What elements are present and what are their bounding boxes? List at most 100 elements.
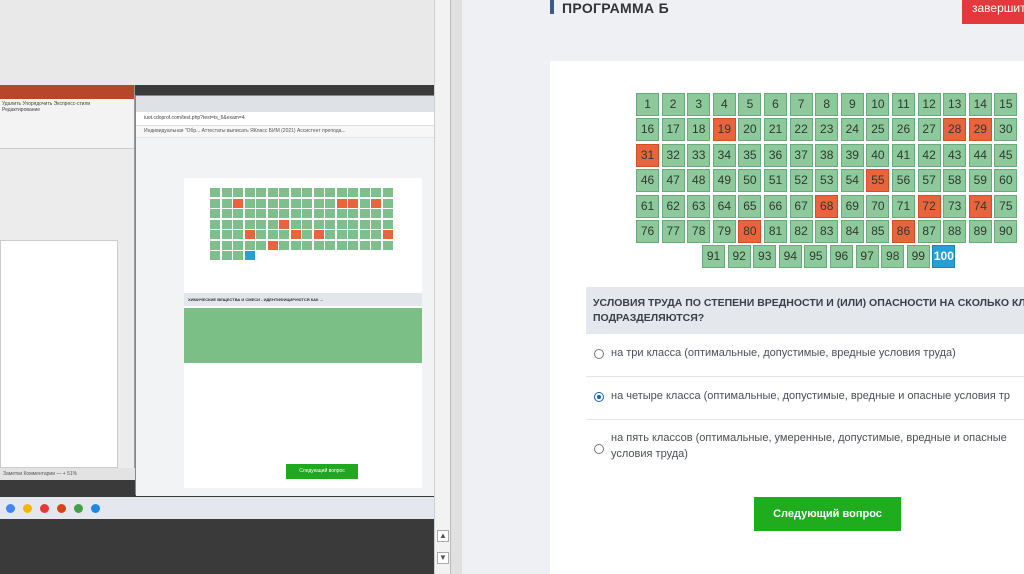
question-number-36[interactable]: 36 bbox=[763, 143, 788, 167]
question-number-87[interactable]: 87 bbox=[917, 219, 941, 243]
question-number-95[interactable]: 95 bbox=[804, 245, 828, 269]
question-number-84[interactable]: 84 bbox=[840, 219, 864, 243]
question-number-62[interactable]: 62 bbox=[661, 194, 685, 218]
question-number-85[interactable]: 85 bbox=[866, 219, 890, 243]
question-number-24[interactable]: 24 bbox=[840, 118, 864, 142]
question-number-17[interactable]: 17 bbox=[661, 118, 685, 142]
yandex-icon[interactable] bbox=[40, 503, 49, 513]
question-number-34[interactable]: 34 bbox=[712, 143, 736, 167]
mini-selected-option[interactable] bbox=[184, 308, 422, 363]
folder-icon[interactable] bbox=[23, 503, 32, 513]
question-number-67[interactable]: 67 bbox=[789, 194, 813, 218]
question-number-73[interactable]: 73 bbox=[943, 194, 967, 218]
question-number-94[interactable]: 94 bbox=[778, 245, 802, 269]
question-number-55[interactable]: 55 bbox=[866, 169, 890, 193]
ppt-ribbon[interactable]: Удалить Упорядочить Экспресс-стили Редак… bbox=[0, 99, 134, 149]
question-number-31[interactable]: 31 bbox=[636, 143, 660, 167]
mini-address-bar[interactable]: iuot.cdoprof.com/test.php?test=ts_6&exam… bbox=[136, 112, 434, 126]
question-number-11[interactable]: 11 bbox=[891, 93, 916, 116]
question-number-49[interactable]: 49 bbox=[712, 169, 736, 193]
radio-button-selected[interactable] bbox=[594, 392, 604, 402]
question-number-47[interactable]: 47 bbox=[661, 169, 685, 193]
question-number-65[interactable]: 65 bbox=[738, 194, 762, 218]
question-number-63[interactable]: 63 bbox=[687, 194, 711, 218]
question-number-23[interactable]: 23 bbox=[815, 118, 839, 142]
question-number-42[interactable]: 42 bbox=[917, 143, 941, 167]
question-number-64[interactable]: 64 bbox=[712, 194, 736, 218]
question-number-7[interactable]: 7 bbox=[789, 93, 813, 116]
question-number-38[interactable]: 38 bbox=[815, 143, 839, 167]
answer-option-3[interactable]: на пять классов (оптимальные, умеренные,… bbox=[586, 430, 1024, 462]
question-number-13[interactable]: 13 bbox=[943, 93, 967, 116]
question-number-30[interactable]: 30 bbox=[994, 118, 1018, 142]
question-number-21[interactable]: 21 bbox=[763, 118, 788, 142]
question-number-43[interactable]: 43 bbox=[943, 143, 967, 167]
ppt-icon[interactable] bbox=[57, 503, 66, 513]
question-number-33[interactable]: 33 bbox=[687, 143, 711, 167]
answer-option-1[interactable]: на три класса (оптимальные, допустимые, … bbox=[586, 345, 1024, 361]
question-number-90[interactable]: 90 bbox=[994, 219, 1018, 243]
question-number-70[interactable]: 70 bbox=[866, 194, 890, 218]
question-number-56[interactable]: 56 bbox=[891, 169, 916, 193]
question-number-75[interactable]: 75 bbox=[994, 194, 1018, 218]
question-number-53[interactable]: 53 bbox=[815, 169, 839, 193]
powerpoint-window[interactable]: Удалить Упорядочить Экспресс-стили Редак… bbox=[0, 85, 135, 480]
question-number-60[interactable]: 60 bbox=[994, 169, 1018, 193]
question-number-83[interactable]: 83 bbox=[815, 219, 839, 243]
mini-next-button[interactable]: Следующий вопрос bbox=[286, 464, 358, 479]
question-number-15[interactable]: 15 bbox=[994, 93, 1018, 116]
question-number-18[interactable]: 18 bbox=[687, 118, 711, 142]
question-number-39[interactable]: 39 bbox=[840, 143, 864, 167]
question-number-40[interactable]: 40 bbox=[866, 143, 890, 167]
browser-icon[interactable] bbox=[91, 503, 100, 513]
app-icon[interactable] bbox=[74, 503, 83, 513]
question-number-99[interactable]: 99 bbox=[906, 245, 930, 269]
question-number-25[interactable]: 25 bbox=[866, 118, 890, 142]
question-number-76[interactable]: 76 bbox=[636, 219, 660, 243]
question-number-10[interactable]: 10 bbox=[866, 93, 890, 116]
question-number-26[interactable]: 26 bbox=[891, 118, 916, 142]
question-number-14[interactable]: 14 bbox=[968, 93, 992, 116]
question-number-68[interactable]: 68 bbox=[815, 194, 839, 218]
question-number-32[interactable]: 32 bbox=[661, 143, 685, 167]
question-number-29[interactable]: 29 bbox=[968, 118, 992, 142]
question-number-59[interactable]: 59 bbox=[968, 169, 992, 193]
question-number-9[interactable]: 9 bbox=[840, 93, 864, 116]
question-number-51[interactable]: 51 bbox=[763, 169, 788, 193]
question-number-22[interactable]: 22 bbox=[789, 118, 813, 142]
taskbar[interactable] bbox=[0, 497, 450, 519]
chrome-icon[interactable] bbox=[6, 503, 15, 513]
question-number-69[interactable]: 69 bbox=[840, 194, 864, 218]
question-number-93[interactable]: 93 bbox=[753, 245, 777, 269]
question-number-92[interactable]: 92 bbox=[727, 245, 751, 269]
question-number-100[interactable]: 100 bbox=[932, 245, 956, 269]
answer-option-2[interactable]: на четыре класса (оптимальные, допустимы… bbox=[586, 388, 1024, 404]
scroll-up-icon[interactable]: ▲ bbox=[437, 530, 449, 542]
question-number-77[interactable]: 77 bbox=[661, 219, 685, 243]
question-number-78[interactable]: 78 bbox=[687, 219, 711, 243]
question-number-46[interactable]: 46 bbox=[636, 169, 660, 193]
question-number-57[interactable]: 57 bbox=[917, 169, 941, 193]
question-number-79[interactable]: 79 bbox=[712, 219, 736, 243]
question-number-8[interactable]: 8 bbox=[815, 93, 839, 116]
split-divider[interactable] bbox=[450, 0, 462, 574]
mini-browser-window[interactable]: iuot.cdoprof.com/test.php?test=ts_6&exam… bbox=[135, 95, 436, 496]
question-number-45[interactable]: 45 bbox=[994, 143, 1018, 167]
question-number-80[interactable]: 80 bbox=[738, 219, 762, 243]
question-number-58[interactable]: 58 bbox=[943, 169, 967, 193]
question-number-50[interactable]: 50 bbox=[738, 169, 762, 193]
question-number-72[interactable]: 72 bbox=[917, 194, 941, 218]
vertical-scrollbar[interactable]: ▲ ▼ bbox=[434, 0, 450, 574]
question-number-96[interactable]: 96 bbox=[829, 245, 854, 269]
question-number-97[interactable]: 97 bbox=[855, 245, 879, 269]
finish-button[interactable]: завершит bbox=[962, 0, 1024, 24]
question-number-6[interactable]: 6 bbox=[763, 93, 788, 116]
question-number-98[interactable]: 98 bbox=[881, 245, 905, 269]
question-number-66[interactable]: 66 bbox=[763, 194, 788, 218]
question-number-4[interactable]: 4 bbox=[712, 93, 736, 116]
ppt-slide-canvas[interactable] bbox=[0, 240, 118, 468]
question-number-88[interactable]: 88 bbox=[943, 219, 967, 243]
question-number-91[interactable]: 91 bbox=[702, 245, 726, 269]
question-number-16[interactable]: 16 bbox=[636, 118, 660, 142]
question-number-28[interactable]: 28 bbox=[943, 118, 967, 142]
